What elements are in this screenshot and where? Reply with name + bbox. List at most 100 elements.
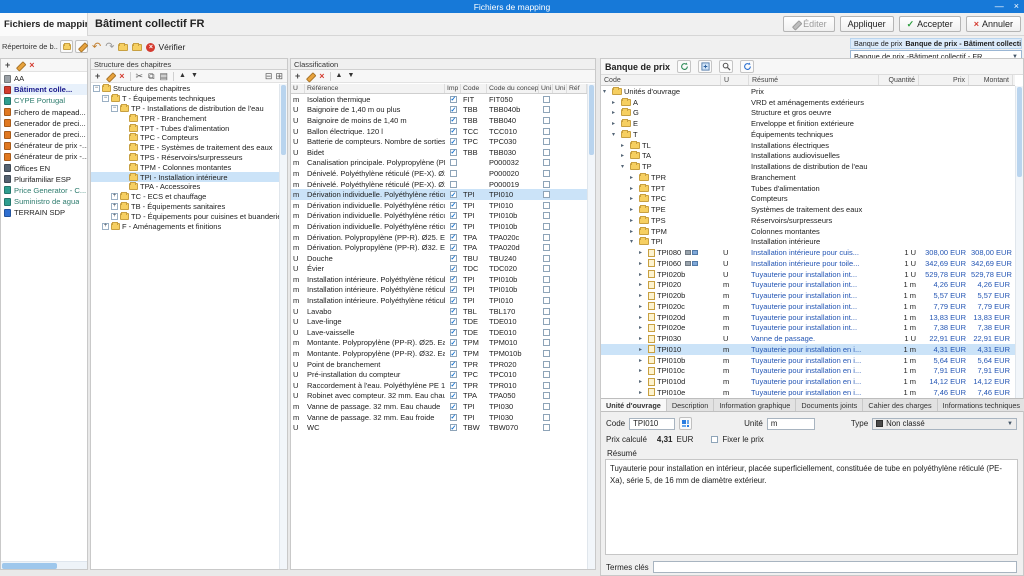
expander-icon[interactable]: ▸ bbox=[630, 217, 637, 224]
chapter-node[interactable]: +TC - ECS et chauffage bbox=[91, 192, 279, 202]
classification-row[interactable]: mVanne de passage. 32 mm. Eau chaudeTPIT… bbox=[291, 401, 587, 412]
import-checkbox[interactable] bbox=[450, 361, 457, 368]
expander-icon[interactable]: ▸ bbox=[630, 195, 637, 202]
file-item[interactable]: Generador de preci... bbox=[1, 129, 87, 140]
uni-checkbox[interactable] bbox=[543, 371, 550, 378]
expand-tree-icon[interactable]: ⊞ bbox=[275, 71, 283, 81]
banque-row[interactable]: ▸TPSRéservoirs/surpresseurs bbox=[601, 215, 1015, 226]
resume-textarea[interactable]: Tuyauterie pour installation en intérieu… bbox=[605, 459, 1018, 555]
expander-icon[interactable]: ▸ bbox=[639, 314, 646, 321]
expander-icon[interactable]: − bbox=[102, 95, 109, 102]
banque-row[interactable]: ▸TLInstallations électriques bbox=[601, 140, 1015, 151]
expander-icon[interactable]: ▸ bbox=[630, 185, 637, 192]
banque-row[interactable]: ▸AVRD et aménagements extérieurs bbox=[601, 97, 1015, 108]
chapters-vscrollbar[interactable] bbox=[279, 84, 287, 569]
column-header[interactable]: U bbox=[721, 75, 749, 85]
delete-chapter-button[interactable]: × bbox=[119, 71, 124, 81]
banque-row[interactable]: ▸TPI010cmTuyauterie pour installation en… bbox=[601, 366, 1015, 377]
file-item[interactable]: Fichero de mapead... bbox=[1, 107, 87, 118]
column-header[interactable]: Code bbox=[461, 84, 487, 93]
column-header[interactable]: Référence bbox=[305, 84, 445, 93]
column-header[interactable]: Imp bbox=[445, 84, 461, 93]
uni-checkbox[interactable] bbox=[543, 117, 550, 124]
classification-row[interactable]: UÉvierTDCTDC020 bbox=[291, 264, 587, 275]
classification-vscrollbar[interactable] bbox=[587, 84, 595, 569]
undo-icon[interactable]: ↶ bbox=[92, 42, 101, 53]
import-checkbox[interactable] bbox=[450, 149, 457, 156]
import-checkbox[interactable] bbox=[450, 318, 457, 325]
classification-row[interactable]: URaccordement à l'eau. Polyéthylène PE 1… bbox=[291, 380, 587, 391]
expander-icon[interactable]: ▸ bbox=[639, 367, 646, 374]
expander-icon[interactable]: ▸ bbox=[630, 228, 637, 235]
file-item[interactable]: Générateur de prix -... bbox=[1, 151, 87, 162]
uni-checkbox[interactable] bbox=[543, 392, 550, 399]
import-checkbox[interactable] bbox=[450, 286, 457, 293]
classification-row[interactable]: UWCTBWTBW070 bbox=[291, 422, 587, 433]
expander-icon[interactable]: ▸ bbox=[639, 303, 646, 310]
delete-file-button[interactable]: × bbox=[29, 60, 34, 70]
import-checkbox[interactable] bbox=[450, 128, 457, 135]
import-checkbox[interactable] bbox=[450, 106, 457, 113]
chapter-node[interactable]: TPT - Tubes d'alimentation bbox=[91, 123, 279, 133]
tab-unit-d-ouvrage[interactable]: Unité d'ouvrage bbox=[601, 399, 667, 411]
add-row-button[interactable]: + bbox=[295, 71, 300, 81]
tab-informations-techniques[interactable]: Informations techniques bbox=[938, 399, 1024, 411]
expander-icon[interactable]: ▸ bbox=[639, 292, 646, 299]
import-checkbox[interactable] bbox=[450, 117, 457, 124]
browse-folder-button[interactable] bbox=[60, 40, 73, 53]
uni-checkbox[interactable] bbox=[543, 212, 550, 219]
uni-checkbox[interactable] bbox=[543, 318, 550, 325]
classification-row[interactable]: ULavaboTBLTBL170 bbox=[291, 306, 587, 317]
uni-checkbox[interactable] bbox=[543, 149, 550, 156]
import-checkbox[interactable] bbox=[450, 191, 457, 198]
edit-file-button[interactable] bbox=[15, 61, 24, 70]
expander-icon[interactable]: − bbox=[93, 85, 100, 92]
banque-row[interactable]: ▸TPRBranchement bbox=[601, 172, 1015, 183]
classification-row[interactable]: mInstallation intérieure. Polyéthylène r… bbox=[291, 295, 587, 306]
classification-row[interactable]: URobinet avec compteur. 32 mm. Eau chaud… bbox=[291, 391, 587, 402]
verify-button[interactable]: × Vérifier bbox=[146, 42, 185, 52]
uni-checkbox[interactable] bbox=[543, 265, 550, 272]
chapter-node[interactable]: +TB - Équipements sanitaires bbox=[91, 202, 279, 212]
uni-checkbox[interactable] bbox=[543, 96, 550, 103]
expander-icon[interactable]: ▸ bbox=[621, 142, 628, 149]
import-checkbox[interactable] bbox=[450, 424, 457, 431]
file-item[interactable]: AA bbox=[1, 73, 87, 84]
add-file-button[interactable]: + bbox=[5, 60, 10, 70]
banque-row[interactable]: ▸TPI010bmTuyauterie pour installation en… bbox=[601, 355, 1015, 366]
classification-row[interactable]: UBallon électrique. 120 lTCCTCC010 bbox=[291, 126, 587, 137]
expander-icon[interactable]: ▾ bbox=[630, 238, 637, 245]
classification-row[interactable]: mInstallation intérieure. Polyéthylène r… bbox=[291, 274, 587, 285]
cancel-button[interactable]: ×Annuler bbox=[966, 16, 1021, 32]
banque-row[interactable]: ▸TAInstallations audiovisuelles bbox=[601, 151, 1015, 162]
uni-checkbox[interactable] bbox=[543, 350, 550, 357]
unit-input[interactable]: m bbox=[767, 418, 815, 430]
column-header[interactable]: Code bbox=[601, 75, 721, 85]
file-item[interactable]: Plurifamiliar ESP bbox=[1, 174, 87, 185]
classification-row[interactable]: mDénivelé. Polyéthylène réticulé (PE-X).… bbox=[291, 179, 587, 190]
import-checkbox[interactable] bbox=[450, 181, 457, 188]
import-checkbox[interactable] bbox=[450, 276, 457, 283]
uni-checkbox[interactable] bbox=[543, 382, 550, 389]
type-select[interactable]: Non classé ▼ bbox=[872, 418, 1017, 430]
import-checkbox[interactable] bbox=[450, 234, 457, 241]
edit-repertoire-button[interactable] bbox=[75, 40, 88, 53]
minimize-button[interactable]: — bbox=[995, 0, 1004, 13]
export-folder-icon[interactable] bbox=[132, 44, 142, 51]
import-checkbox[interactable] bbox=[450, 414, 457, 421]
chapter-node[interactable]: +TD - Équipements pour cuisines et buand… bbox=[91, 211, 279, 221]
banque-row[interactable]: ▸TPMColonnes montantes bbox=[601, 226, 1015, 237]
import-checkbox[interactable] bbox=[450, 202, 457, 209]
import-folder-icon[interactable] bbox=[118, 44, 128, 51]
chapter-node[interactable]: −TP - Installations de distribution de l… bbox=[91, 104, 279, 114]
move-up-icon[interactable]: ▲ bbox=[336, 71, 343, 81]
column-header[interactable]: Réf bbox=[567, 84, 587, 93]
column-header[interactable]: Code du concept bbox=[487, 84, 539, 93]
uni-checkbox[interactable] bbox=[543, 403, 550, 410]
import-checkbox[interactable] bbox=[450, 138, 457, 145]
banque-row[interactable]: ▾TÉquipements techniques bbox=[601, 129, 1015, 140]
classification-row[interactable]: mDérivation individuelle. Polyéthylène r… bbox=[291, 189, 587, 200]
expander-icon[interactable]: + bbox=[111, 203, 118, 210]
import-checkbox[interactable] bbox=[450, 339, 457, 346]
uni-checkbox[interactable] bbox=[543, 128, 550, 135]
